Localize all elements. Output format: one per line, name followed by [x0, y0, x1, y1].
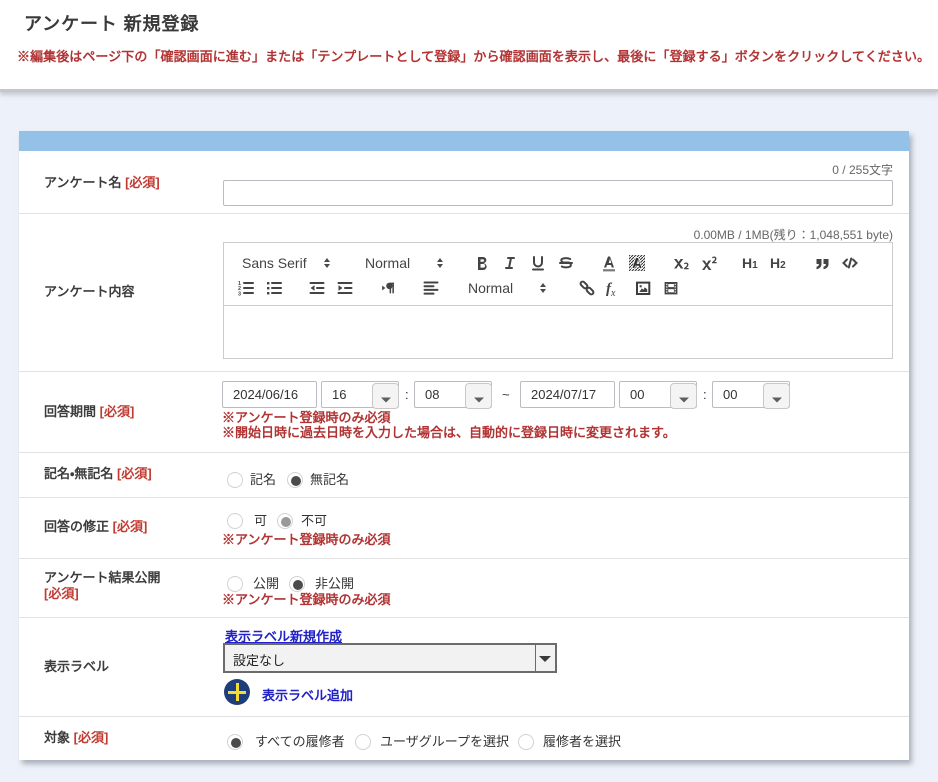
svg-text:3: 3: [238, 291, 241, 297]
